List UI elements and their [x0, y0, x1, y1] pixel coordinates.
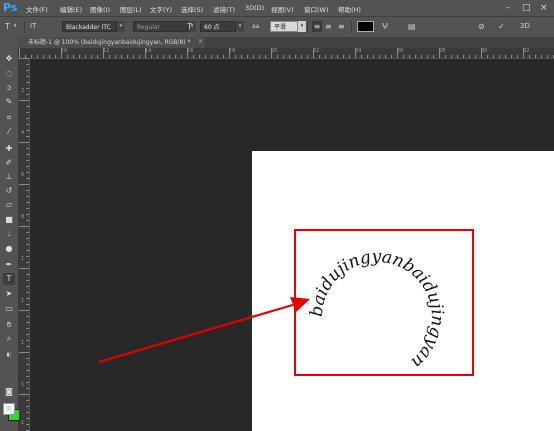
arrow-shaft: [98, 302, 297, 364]
ruler-label: 1: [21, 382, 25, 388]
crop-tool-icon[interactable]: ⌗: [3, 112, 15, 124]
ruler-label: 1: [21, 298, 25, 304]
ruler-label: 8: [21, 214, 25, 220]
menu-file[interactable]: 文件(F): [26, 4, 48, 14]
ruler-label: 22: [313, 48, 320, 54]
vertical-ruler: 2 4 6 8 1 1 1 1 1: [19, 58, 30, 431]
menu-select[interactable]: 选择(S): [181, 4, 203, 14]
antialias-select[interactable]: 平滑: [270, 21, 298, 32]
text-orientation-icon[interactable]: IT: [30, 21, 36, 32]
ruler-ticks: [19, 48, 554, 58]
screen-mode-icon[interactable]: ▣: [3, 402, 15, 414]
menu-bar: Ps 文件(F) 编辑(E) 图像(I) 图层(L) 文字(Y) 选择(S) 滤…: [0, 0, 554, 16]
ruler-label: 26: [397, 48, 404, 54]
font-family-select[interactable]: Blackadder ITC: [62, 21, 117, 32]
brush-tool-icon[interactable]: ✐: [3, 157, 15, 169]
default-colors-icon[interactable]: ◧: [3, 349, 15, 361]
type-tool-preset-icon[interactable]: T: [5, 21, 10, 32]
ruler-label: 14: [145, 48, 152, 54]
text-color-swatch[interactable]: [357, 21, 374, 32]
document-tab[interactable]: 未标题-1 @ 100% (baidujingyanbaidujingyan, …: [18, 37, 205, 48]
align-left-icon[interactable]: ≡: [312, 21, 322, 32]
font-family-caret-icon[interactable]: ▾: [117, 21, 125, 32]
clone-stamp-tool-icon[interactable]: ⊥: [3, 171, 15, 183]
ruler-label: 18: [229, 48, 236, 54]
ruler-label: 30: [481, 48, 488, 54]
menu-help[interactable]: 帮助(H): [338, 4, 361, 14]
arrow-head: [290, 297, 310, 312]
zoom-tool-icon[interactable]: ⌕: [3, 333, 15, 345]
annotation-highlight-box: [294, 229, 474, 376]
ruler-label: 6: [21, 172, 25, 178]
path-selection-tool-icon[interactable]: ➤: [3, 288, 15, 300]
healing-brush-tool-icon[interactable]: ✚: [3, 143, 15, 155]
3d-button[interactable]: 3D: [520, 21, 530, 32]
menu-layer[interactable]: 图层(L): [120, 4, 142, 14]
quick-mask-icon[interactable]: ◙: [3, 386, 15, 398]
menu-view[interactable]: 视图(V): [271, 4, 294, 14]
warp-text-icon[interactable]: ⵖ: [382, 21, 388, 32]
menu-3d[interactable]: 3D(D): [245, 4, 264, 12]
commit-checkmark-icon[interactable]: ✓: [498, 21, 505, 32]
menu-edit[interactable]: 编辑(E): [60, 4, 82, 14]
rectangle-tool-icon[interactable]: ▭: [3, 303, 15, 315]
cancel-icon[interactable]: ⊘: [478, 21, 485, 32]
ruler-label: 24: [355, 48, 362, 54]
ruler-label: 10: [61, 48, 68, 54]
menu-type[interactable]: 文字(Y): [150, 4, 172, 14]
font-size-caret-icon[interactable]: ▾: [236, 21, 244, 32]
hand-tool-icon[interactable]: ✋︎: [3, 319, 15, 331]
close-tab-icon[interactable]: ×: [198, 38, 203, 45]
antialias-caret-icon[interactable]: ▾: [298, 21, 306, 32]
antialias-icon: aa: [252, 23, 260, 30]
ruler-label: 1: [21, 256, 25, 262]
ruler-label: 12: [103, 48, 110, 54]
text-size-icon: T: [187, 22, 192, 31]
ruler-label: 32: [523, 48, 530, 54]
quick-selection-tool-icon[interactable]: ✎: [3, 96, 15, 108]
lasso-tool-icon[interactable]: ↄ: [3, 82, 15, 94]
close-window-button[interactable]: ×: [540, 3, 548, 13]
ruler-label: 1: [21, 420, 25, 426]
eyedropper-tool-icon[interactable]: ⁄: [3, 126, 15, 138]
gradient-tool-icon[interactable]: ■: [3, 214, 15, 226]
menu-image[interactable]: 图像(I): [90, 4, 110, 14]
minimize-button[interactable]: –: [506, 3, 511, 13]
move-tool-icon[interactable]: ✥: [3, 53, 15, 65]
menu-window[interactable]: 窗口(W): [304, 4, 329, 14]
align-center-icon[interactable]: ≡: [325, 21, 332, 32]
horizontal-ruler: 10 12 14 16 18 20 22 24 26 28 30 32: [19, 48, 554, 59]
ruler-label: 2: [21, 88, 25, 94]
photoshop-logo: Ps: [3, 1, 18, 14]
character-panel-icon[interactable]: ▤: [408, 21, 416, 32]
align-right-icon[interactable]: ≡: [338, 21, 345, 32]
marquee-tool-icon[interactable]: ◌: [3, 68, 15, 80]
font-style-select[interactable]: Regular: [133, 21, 188, 32]
ruler-label: 20: [271, 48, 278, 54]
menu-filter[interactable]: 滤镜(T): [213, 4, 235, 14]
ruler-label: 16: [187, 48, 194, 54]
ruler-ticks: [19, 58, 29, 431]
divider: [24, 21, 25, 33]
history-brush-tool-icon[interactable]: ↺: [3, 185, 15, 197]
divider: [307, 21, 308, 33]
annotation-arrow: [98, 297, 310, 364]
dodge-tool-icon[interactable]: ●: [3, 243, 15, 255]
tools-panel: ✥ ◌ ↄ ✎ ⌗ ⁄ ✚ ✐ ⊥ ↺ ▱ ■ 💧︎ ● ✒ T ➤ ▭ ✋︎ …: [0, 37, 20, 431]
chevron-down-icon[interactable]: ▾: [14, 21, 17, 32]
type-tool-icon[interactable]: T: [3, 273, 15, 285]
restore-button[interactable]: □: [522, 3, 531, 13]
pen-tool-icon[interactable]: ✒: [3, 259, 15, 271]
ruler-label: 1: [21, 340, 25, 346]
divider: [351, 21, 352, 33]
blur-tool-icon[interactable]: 💧︎: [3, 228, 15, 240]
font-size-field[interactable]: 60 点: [200, 21, 236, 32]
ruler-label: 4: [21, 130, 25, 136]
ruler-label: 28: [439, 48, 446, 54]
options-bar: T ▾ IT Blackadder ITC ▾ Regular ▾ T 60 点…: [0, 16, 554, 38]
eraser-tool-icon[interactable]: ▱: [3, 199, 15, 211]
